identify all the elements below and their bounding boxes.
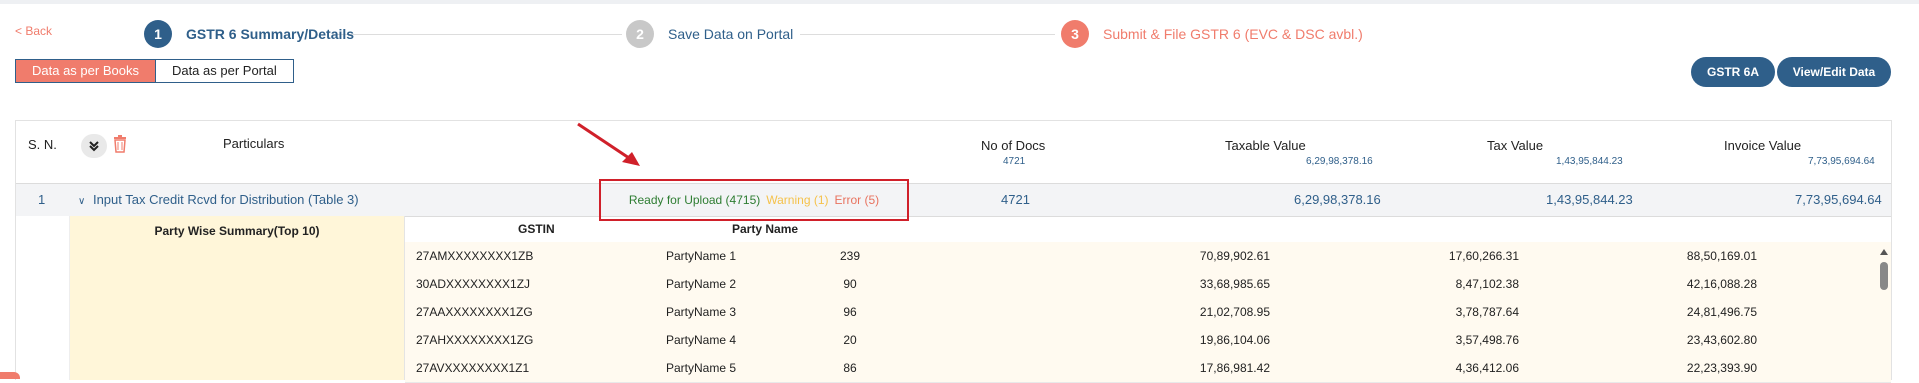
double-chevron-down-icon bbox=[89, 141, 99, 152]
vertical-scrollbar[interactable] bbox=[1880, 248, 1888, 378]
party-name-cell: PartyName 1 bbox=[666, 249, 737, 263]
invoice-header: Invoice Value bbox=[1724, 138, 1802, 153]
back-link[interactable]: < Back bbox=[15, 24, 52, 38]
sn-header: S. N. bbox=[28, 137, 57, 152]
gstr6a-button[interactable]: GSTR 6A bbox=[1691, 57, 1775, 87]
gstin-header: GSTIN bbox=[518, 222, 555, 236]
party-subheader: GSTIN Party Name bbox=[405, 216, 1891, 243]
data-source-toggle: Data as per Books Data as per Portal bbox=[15, 59, 294, 83]
party-tax-cell: 8,47,102.38 bbox=[1455, 277, 1519, 291]
row-toggle[interactable]: ∨ Input Tax Credit Rcvd for Distribution… bbox=[78, 192, 359, 207]
ready-status[interactable]: Ready for Upload (4715) bbox=[629, 193, 760, 207]
party-name-cell: PartyName 5 bbox=[666, 361, 737, 375]
portal-toggle-button[interactable]: Data as per Portal bbox=[154, 60, 293, 82]
row-taxable: 6,29,98,378.16 bbox=[1294, 192, 1381, 207]
chevron-down-icon: ∨ bbox=[78, 196, 86, 207]
annotation-arrow bbox=[570, 116, 650, 177]
docs-total: 4721 bbox=[1003, 156, 1026, 167]
trash-icon bbox=[114, 135, 126, 153]
step-label: Submit & File GSTR 6 (EVC & DSC avbl.) bbox=[1103, 26, 1363, 42]
party-docs-cell: 86 bbox=[843, 361, 857, 375]
party-name-cell: PartyName 4 bbox=[666, 333, 737, 347]
step-connector bbox=[332, 34, 622, 35]
party-name-cell: PartyName 2 bbox=[666, 277, 737, 291]
step-2[interactable]: 2 Save Data on Portal bbox=[626, 20, 793, 48]
row-sn: 1 bbox=[38, 192, 46, 207]
party-taxable-cell: 19,86,104.06 bbox=[1199, 333, 1270, 347]
tax-header: Tax Value bbox=[1487, 138, 1544, 153]
step-number: 1 bbox=[144, 20, 172, 48]
party-tax-cell: 17,60,266.31 bbox=[1448, 249, 1519, 263]
tax-total: 1,43,95,844.23 bbox=[1556, 156, 1623, 167]
party-gstin-cell: 30ADXXXXXXXX1ZJ bbox=[416, 277, 531, 291]
delete-button[interactable] bbox=[113, 135, 127, 156]
party-name-header: Party Name bbox=[732, 222, 799, 236]
party-summary-panel: Party Wise Summary(Top 10) bbox=[70, 216, 405, 380]
top-border bbox=[0, 0, 1919, 4]
party-taxable-cell: 33,68,985.65 bbox=[1199, 277, 1270, 291]
row-docs: 4721 bbox=[1001, 192, 1030, 207]
step-1[interactable]: 1 GSTR 6 Summary/Details bbox=[144, 20, 354, 48]
summary-table: S. N. Particulars No of Docs 4721 Taxabl… bbox=[15, 120, 1892, 383]
table-row[interactable]: 27AMXXXXXXXX1ZB PartyName 1 239 70,89,902.6… bbox=[405, 242, 1891, 271]
party-invoice-cell: 42,16,088.28 bbox=[1686, 277, 1757, 291]
scroll-up-icon bbox=[1880, 249, 1888, 255]
party-name-cell: PartyName 3 bbox=[666, 305, 737, 319]
party-taxable-cell: 70,89,902.61 bbox=[1199, 249, 1270, 263]
taxable-header: Taxable Value bbox=[1225, 138, 1306, 153]
party-docs-cell: 20 bbox=[843, 333, 857, 347]
docs-header: No of Docs bbox=[981, 138, 1046, 153]
row-invoice: 7,73,95,694.64 bbox=[1795, 192, 1882, 207]
step-number: 2 bbox=[626, 20, 654, 48]
party-taxable-cell: 17,86,981.42 bbox=[1199, 361, 1270, 375]
particulars-header: Particulars bbox=[223, 136, 285, 151]
party-tax-cell: 3,57,498.76 bbox=[1455, 333, 1519, 347]
party-gstin-cell: 27AAXXXXXXXX1ZG bbox=[416, 305, 533, 319]
party-docs-cell: 90 bbox=[843, 277, 857, 291]
party-tax-cell: 4,36,412.06 bbox=[1455, 361, 1519, 375]
warning-status[interactable]: Warning (1) bbox=[766, 193, 828, 207]
taxable-total: 6,29,98,378.16 bbox=[1306, 156, 1373, 167]
table-row[interactable]: 27AHXXXXXXXX1ZG PartyName 4 20 19,86,104.06… bbox=[405, 326, 1891, 355]
party-summary-title: Party Wise Summary(Top 10) bbox=[154, 224, 320, 238]
scrollbar-thumb[interactable] bbox=[1880, 262, 1888, 290]
party-taxable-cell: 21,02,708.95 bbox=[1199, 305, 1270, 319]
party-invoice-cell: 24,81,496.75 bbox=[1686, 305, 1757, 319]
step-label: GSTR 6 Summary/Details bbox=[186, 26, 355, 42]
row-label: Input Tax Credit Rcvd for Distribution (… bbox=[92, 192, 359, 207]
step-label: Save Data on Portal bbox=[668, 26, 794, 42]
party-gstin-cell: 27AVXXXXXXXX1Z1 bbox=[416, 361, 530, 375]
party-invoice-cell: 88,50,169.01 bbox=[1686, 249, 1757, 263]
table-row[interactable]: 1 ∨ Input Tax Credit Rcvd for Distributi… bbox=[16, 183, 1891, 217]
party-invoice-cell: 22,23,393.90 bbox=[1686, 361, 1757, 375]
spacer-cell bbox=[16, 216, 70, 380]
books-toggle-button[interactable]: Data as per Books bbox=[16, 60, 155, 82]
party-gstin-cell: 27AMXXXXXXXX1ZB bbox=[416, 249, 534, 263]
corner-tab bbox=[0, 372, 20, 379]
expand-all-button[interactable] bbox=[81, 134, 107, 158]
invoice-total: 7,73,95,694.64 bbox=[1808, 156, 1875, 167]
party-invoice-cell: 23,43,602.80 bbox=[1686, 333, 1757, 347]
table-row[interactable]: 27AAXXXXXXXX1ZG PartyName 3 96 21,02,708.95… bbox=[405, 298, 1891, 327]
party-docs-cell: 239 bbox=[839, 249, 861, 263]
view-edit-data-button[interactable]: View/Edit Data bbox=[1777, 57, 1891, 87]
step-connector bbox=[800, 34, 1055, 35]
red-arrow-icon bbox=[577, 122, 640, 166]
row-tax: 1,43,95,844.23 bbox=[1546, 192, 1633, 207]
step-number: 3 bbox=[1061, 20, 1089, 48]
step-3[interactable]: 3 Submit & File GSTR 6 (EVC & DSC avbl.) bbox=[1061, 20, 1363, 48]
party-gstin-cell: 27AHXXXXXXXX1ZG bbox=[416, 333, 534, 347]
party-tax-cell: 3,78,787.64 bbox=[1455, 305, 1519, 319]
error-status[interactable]: Error (5) bbox=[835, 193, 880, 207]
upload-status-box: Ready for Upload (4715) Warning (1) Erro… bbox=[599, 179, 909, 221]
table-row[interactable]: 30ADXXXXXXXX1ZJ PartyName 2 90 33,68,985.65… bbox=[405, 270, 1891, 299]
party-docs-cell: 96 bbox=[843, 305, 857, 319]
